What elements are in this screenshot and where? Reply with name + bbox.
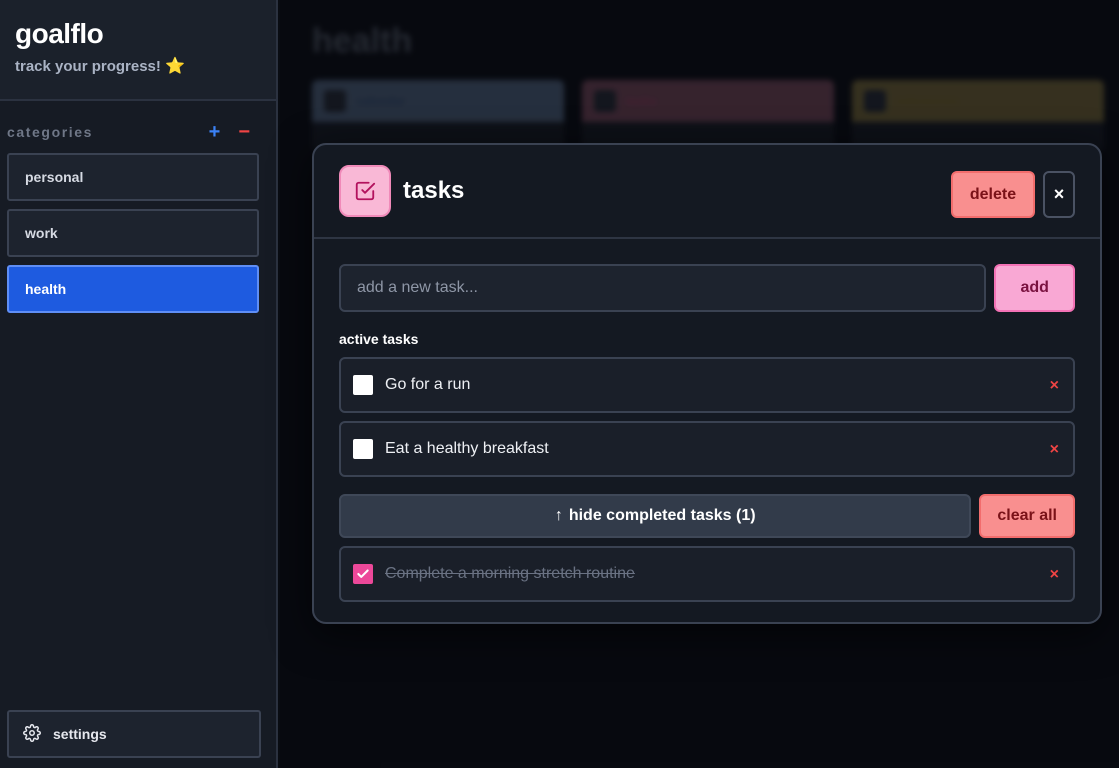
sidebar-item-label: personal <box>25 169 84 185</box>
categories-label: categories <box>7 124 94 140</box>
list-item: Go for a run × <box>339 357 1075 413</box>
task-text: Complete a morning stretch routine <box>385 565 635 582</box>
delete-task-button[interactable]: × <box>1050 566 1059 584</box>
categories-actions: + − <box>209 121 250 144</box>
completed-task-list: Complete a morning stretch routine × <box>339 546 1075 602</box>
sidebar-item-personal[interactable]: personal <box>7 153 259 201</box>
gear-icon <box>23 723 41 745</box>
toggle-completed-button[interactable]: ↑ hide completed tasks (1) <box>339 494 972 538</box>
brand-header: goalflo track your progress! ⭐ <box>0 0 276 101</box>
app-root: goalflo track your progress! ⭐ categorie… <box>0 0 1119 768</box>
sidebar-item-label: health <box>25 281 67 297</box>
sidebar: goalflo track your progress! ⭐ categorie… <box>0 0 278 768</box>
active-tasks-heading: active tasks <box>339 331 419 347</box>
tasks-modal: tasks delete × add active tasks Go for a… <box>312 143 1102 624</box>
sidebar-item-label: work <box>25 225 58 241</box>
delete-widget-button[interactable]: delete <box>951 171 1035 218</box>
list-item: Complete a morning stretch routine × <box>339 546 1075 602</box>
toggle-completed-label: hide completed tasks (1) <box>568 507 756 524</box>
sidebar-item-health[interactable]: health <box>7 265 259 313</box>
checkbox-square-icon <box>339 165 391 217</box>
remove-category-button[interactable]: − <box>238 121 250 144</box>
task-checkbox[interactable] <box>353 375 373 395</box>
add-task-button[interactable]: add <box>994 264 1075 312</box>
task-checkbox[interactable] <box>353 439 373 459</box>
settings-button[interactable]: settings <box>7 710 261 758</box>
checkmark-icon <box>357 569 369 578</box>
completed-controls: ↑ hide completed tasks (1) clear all <box>339 494 1075 538</box>
settings-label: settings <box>53 726 107 742</box>
clear-all-button[interactable]: clear all <box>979 494 1075 538</box>
task-text: Eat a healthy breakfast <box>385 440 549 457</box>
close-modal-button[interactable]: × <box>1043 171 1075 218</box>
modal-body: add active tasks Go for a run × Eat a he… <box>314 239 1100 602</box>
category-list: personal work health <box>0 153 276 313</box>
modal-header: tasks delete × <box>314 145 1100 239</box>
categories-header: categories + − <box>0 121 276 144</box>
app-subtitle: track your progress! ⭐ <box>15 56 261 76</box>
new-task-row: add <box>339 264 1075 312</box>
new-task-input[interactable] <box>339 264 987 312</box>
app-title: goalflo <box>15 18 104 49</box>
arrow-up-icon: ↑ <box>554 507 563 524</box>
sidebar-item-work[interactable]: work <box>7 209 259 257</box>
delete-task-button[interactable]: × <box>1050 377 1059 395</box>
task-text: Go for a run <box>385 376 471 393</box>
modal-title: tasks <box>403 177 465 204</box>
app-subtitle-text: track your progress! <box>15 58 161 75</box>
list-item: Eat a healthy breakfast × <box>339 421 1075 477</box>
add-category-button[interactable]: + <box>209 121 221 144</box>
task-checkbox-checked[interactable] <box>353 564 373 584</box>
delete-task-button[interactable]: × <box>1050 441 1059 459</box>
star-icon: ⭐ <box>165 58 185 75</box>
